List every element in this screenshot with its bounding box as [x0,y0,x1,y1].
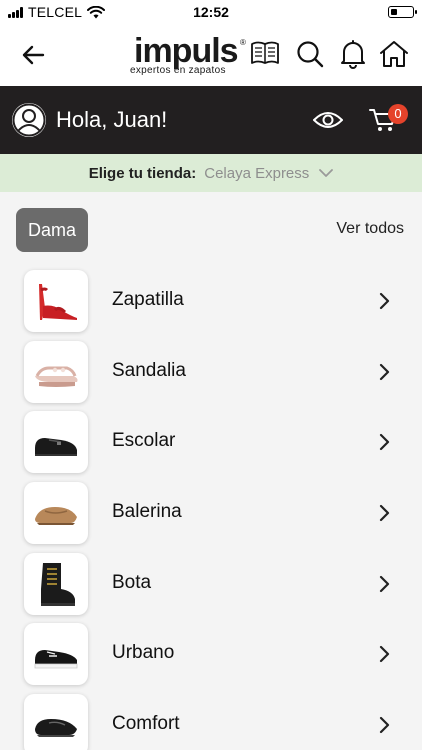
cart-badge: 0 [388,104,408,124]
category-chip-dama[interactable]: Dama [16,208,88,252]
greeting-bar: Hola, Juan! [0,86,422,154]
comfort-shoe-icon [35,719,77,737]
item-thumbnail [24,270,88,332]
item-label: Urbano [112,642,175,663]
sneaker-icon [34,650,78,669]
list-item[interactable]: Bota [0,549,422,619]
item-label: Bota [112,572,152,593]
app-header: impuls ® expertos en zapatos [0,24,422,86]
list-item[interactable]: Escolar [0,407,422,477]
list-item[interactable]: Comfort [0,690,422,750]
chevron-right-icon [379,575,390,593]
chevron-right-icon [379,645,390,663]
school-shoe-icon [35,438,77,456]
logo-registered-mark: ® [240,38,246,47]
back-arrow-icon [22,45,45,65]
item-thumbnail [24,553,88,615]
status-time: 12:52 [193,4,229,20]
status-bar: TELCEL 12:52 [0,0,422,24]
notifications-button[interactable] [337,38,369,70]
chevron-right-icon [379,292,390,310]
item-thumbnail [24,482,88,544]
list-item[interactable]: Balerina [0,478,422,548]
item-label: Escolar [112,430,176,451]
item-thumbnail [24,694,88,750]
user-icon [12,103,46,137]
boot-icon [41,563,75,606]
greeting-text: Hola, Juan! [56,107,168,132]
impuls-logo[interactable]: impuls ® expertos en zapatos [128,32,280,80]
store-selector[interactable]: Elige tu tienda: Celaya Express [0,154,422,192]
item-thumbnail [24,341,88,403]
eye-icon [313,112,343,128]
sandal-icon [35,366,78,387]
home-button[interactable] [378,38,410,70]
item-label: Sandalia [112,360,186,381]
list-item[interactable]: Urbano [0,619,422,689]
list-item[interactable]: Zapatilla [0,266,422,336]
item-label: Comfort [112,713,180,734]
chevron-right-icon [379,504,390,522]
search-icon [297,41,324,68]
item-label: Balerina [112,501,182,522]
chevron-right-icon [379,433,390,451]
catalog-book-icon [251,41,279,64]
store-label: Elige tu tienda: [88,164,197,182]
store-value: Celaya Express [204,164,310,182]
chevron-right-icon [379,363,390,381]
see-all-link[interactable]: Ver todos [336,220,404,238]
home-icon [380,41,408,67]
item-thumbnail [24,411,88,473]
item-label: Zapatilla [112,289,184,310]
battery-icon [388,6,417,18]
back-button[interactable] [18,40,48,70]
logo-tagline: expertos en zapatos [130,65,226,76]
bell-icon [341,40,365,69]
item-thumbnail [24,623,88,685]
list-item[interactable]: Sandalia [0,337,422,407]
chevron-right-icon [379,716,390,734]
avatar[interactable] [12,103,46,137]
search-button[interactable] [294,38,326,70]
red-heel-shoe-icon [39,284,77,320]
ballerina-flat-icon [35,507,77,525]
view-button[interactable] [312,108,344,132]
chevron-down-icon[interactable] [319,168,334,178]
